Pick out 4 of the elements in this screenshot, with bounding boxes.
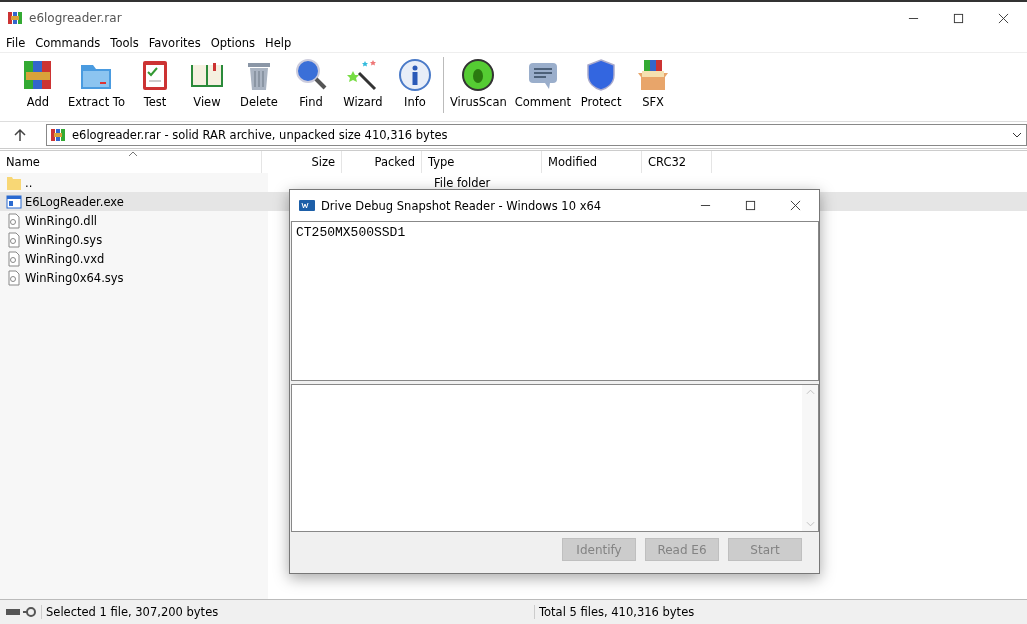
- dialog-title: Drive Debug Snapshot Reader - Windows 10 x64: [321, 198, 602, 213]
- status-text: Total 5 files, 410,316 bytes: [534, 605, 695, 619]
- window-title: e6logreader.rar: [29, 11, 122, 25]
- status-text: Selected 1 file, 307,200 bytes: [41, 605, 534, 619]
